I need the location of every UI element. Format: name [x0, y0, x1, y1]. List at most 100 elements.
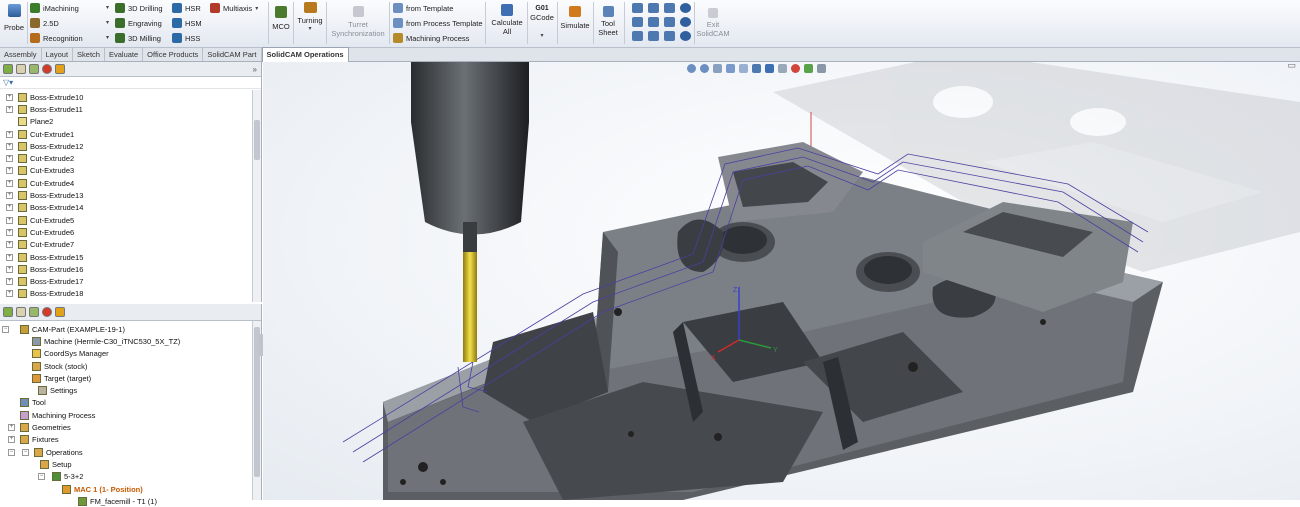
- feature-scrollbar[interactable]: [252, 90, 261, 302]
- tab-layout[interactable]: Layout: [42, 48, 74, 61]
- turret-synchronization-button[interactable]: Turret Synchronization: [330, 6, 386, 38]
- feature-tree-item[interactable]: + Boss-Extrude13: [6, 189, 261, 201]
- cam-tree-row[interactable]: Settings: [0, 384, 261, 396]
- cam-tree-row[interactable]: FM_facemill - T1 (1): [0, 495, 261, 507]
- calculate-all-button[interactable]: Calculate All: [489, 4, 525, 36]
- expand-icon[interactable]: +: [6, 155, 13, 163]
- feature-manager-icon[interactable]: [3, 307, 13, 317]
- cam-tree-row[interactable]: − CAM-Part (EXAMPLE-19-1): [0, 323, 261, 335]
- display-manager-icon[interactable]: [42, 64, 52, 74]
- drilling3d-button[interactable]: 3D Drilling: [115, 3, 163, 13]
- collapse-icon[interactable]: −: [22, 448, 29, 456]
- gcode-button[interactable]: G01 GCode ▾: [530, 4, 554, 41]
- gcode-dropdown-icon[interactable]: ▾: [540, 32, 543, 41]
- view-icon[interactable]: [632, 17, 643, 27]
- cam-tree-row[interactable]: Target (target): [0, 372, 261, 384]
- tab-solidcam-part[interactable]: SolidCAM Part: [203, 48, 262, 61]
- expand-icon[interactable]: +: [6, 192, 13, 200]
- multiaxis-button[interactable]: Multiaxis ▾: [210, 3, 258, 13]
- feature-tree-item[interactable]: + Boss-Extrude18: [6, 288, 261, 300]
- hss-button[interactable]: HSS: [172, 33, 200, 43]
- property-manager-icon[interactable]: [16, 64, 26, 74]
- feature-tree-item[interactable]: + Boss-Extrude14: [6, 202, 261, 214]
- feature-tree-item[interactable]: + Boss-Extrude11: [6, 103, 261, 115]
- cam-manager-icon[interactable]: [55, 307, 65, 317]
- expand-icon[interactable]: +: [6, 142, 13, 150]
- feature-tree-item[interactable]: + Cut-Extrude4: [6, 177, 261, 189]
- collapse-icon[interactable]: −: [38, 473, 45, 481]
- feature-tree-item[interactable]: + Cut-Extrude3: [6, 165, 261, 177]
- feature-manager-icon[interactable]: [3, 64, 13, 74]
- simulate-button[interactable]: Simulate: [560, 6, 590, 30]
- exit-solidcam-button[interactable]: Exit SolidCAM: [696, 8, 730, 38]
- cam-tree-row[interactable]: − − Operations: [0, 446, 261, 458]
- view-icon[interactable]: [648, 17, 659, 27]
- cam-tree-row[interactable]: Machining Process: [0, 409, 261, 421]
- feature-tree-item[interactable]: + Boss-Extrude16: [6, 263, 261, 275]
- expand-icon[interactable]: +: [6, 105, 13, 113]
- expand-icon[interactable]: +: [6, 179, 13, 187]
- feature-tree-item[interactable]: + Boss-Extrude15: [6, 251, 261, 263]
- expand-icon[interactable]: +: [6, 265, 13, 273]
- tool-sheet-button[interactable]: Tool Sheet: [596, 6, 620, 37]
- multiaxis-dropdown-icon[interactable]: ▾: [255, 5, 258, 12]
- from-template-button[interactable]: from Template: [393, 3, 453, 13]
- expand-icon[interactable]: +: [6, 130, 13, 138]
- display-manager-icon[interactable]: [42, 307, 52, 317]
- scroll-thumb[interactable]: [254, 120, 260, 160]
- cam-tree-row[interactable]: Setup: [0, 458, 261, 470]
- expand-icon[interactable]: +: [6, 167, 13, 175]
- configuration-manager-icon[interactable]: [29, 64, 39, 74]
- recognition-button[interactable]: Recognition: [30, 33, 83, 43]
- from-process-template-button[interactable]: from Process Template: [393, 18, 483, 28]
- feature-tree-item[interactable]: + Cut-Extrude7: [6, 239, 261, 251]
- cam-tree-row[interactable]: Machine (Hermle-C30_iTNC530_5X_TZ): [0, 335, 261, 347]
- cam-tree-row[interactable]: Tool: [0, 397, 261, 409]
- cam-tree-row[interactable]: − 5-3+2: [0, 471, 261, 483]
- feature-tree-item[interactable]: + Boss-Extrude17: [6, 275, 261, 287]
- property-manager-icon[interactable]: [16, 307, 26, 317]
- cam-tree-row[interactable]: Stock (stock): [0, 360, 261, 372]
- feature-tree-item[interactable]: Plane2: [18, 116, 261, 128]
- configuration-manager-icon[interactable]: [29, 307, 39, 317]
- view-icon[interactable]: [648, 31, 659, 41]
- milling3d-button[interactable]: 3D Milling: [115, 33, 161, 43]
- imachining-button[interactable]: iMachining: [30, 3, 79, 13]
- expand-icon[interactable]: +: [8, 436, 15, 444]
- feature-tree-item[interactable]: + Boss-Extrude10: [6, 91, 261, 103]
- graphics-viewport[interactable]: ▭ Z Y X: [263, 62, 1300, 500]
- expand-icon[interactable]: +: [6, 241, 13, 249]
- tab-assembly[interactable]: Assembly: [0, 48, 42, 61]
- turning-dropdown-icon[interactable]: ▾: [308, 25, 311, 34]
- view-icon[interactable]: [664, 31, 675, 41]
- view-icon[interactable]: [632, 31, 643, 41]
- feature-tree-item[interactable]: + Cut-Extrude6: [6, 226, 261, 238]
- cam-tree-row[interactable]: CoordSys Manager: [0, 348, 261, 360]
- tab-office-products[interactable]: Office Products: [143, 48, 204, 61]
- cam-tree-row[interactable]: MAC 1 (1- Position): [0, 483, 261, 495]
- view-icon[interactable]: [632, 3, 643, 13]
- tab-sketch[interactable]: Sketch: [73, 48, 105, 61]
- view-icon[interactable]: [680, 31, 691, 41]
- view-icon[interactable]: [680, 17, 691, 27]
- expand-icon[interactable]: +: [6, 204, 13, 212]
- tab-evaluate[interactable]: Evaluate: [105, 48, 144, 61]
- hsm-button[interactable]: HSM: [172, 18, 202, 28]
- expand-icon[interactable]: +: [6, 290, 13, 298]
- filter-icon[interactable]: ▽▾: [3, 78, 13, 87]
- expand-icon[interactable]: +: [6, 216, 13, 224]
- expand-icon[interactable]: +: [6, 228, 13, 236]
- turning-button[interactable]: Turning ▾: [296, 2, 324, 34]
- machining-process-button[interactable]: Machining Process: [393, 33, 469, 43]
- twod-button[interactable]: 2.5D: [30, 18, 59, 28]
- recognition-dropdown-icon[interactable]: ▾: [106, 34, 109, 41]
- imachining-dropdown-icon[interactable]: ▾: [106, 4, 109, 11]
- view-icon[interactable]: [648, 3, 659, 13]
- expand-icon[interactable]: +: [6, 93, 13, 101]
- tab-solidcam-operations[interactable]: SolidCAM Operations: [261, 47, 349, 62]
- engraving-button[interactable]: Engraving: [115, 18, 162, 28]
- expand-icon[interactable]: +: [8, 424, 15, 432]
- cam-tree-row[interactable]: + Fixtures: [0, 434, 261, 446]
- cam-manager-icon[interactable]: [55, 64, 65, 74]
- expand-icon[interactable]: +: [6, 278, 13, 286]
